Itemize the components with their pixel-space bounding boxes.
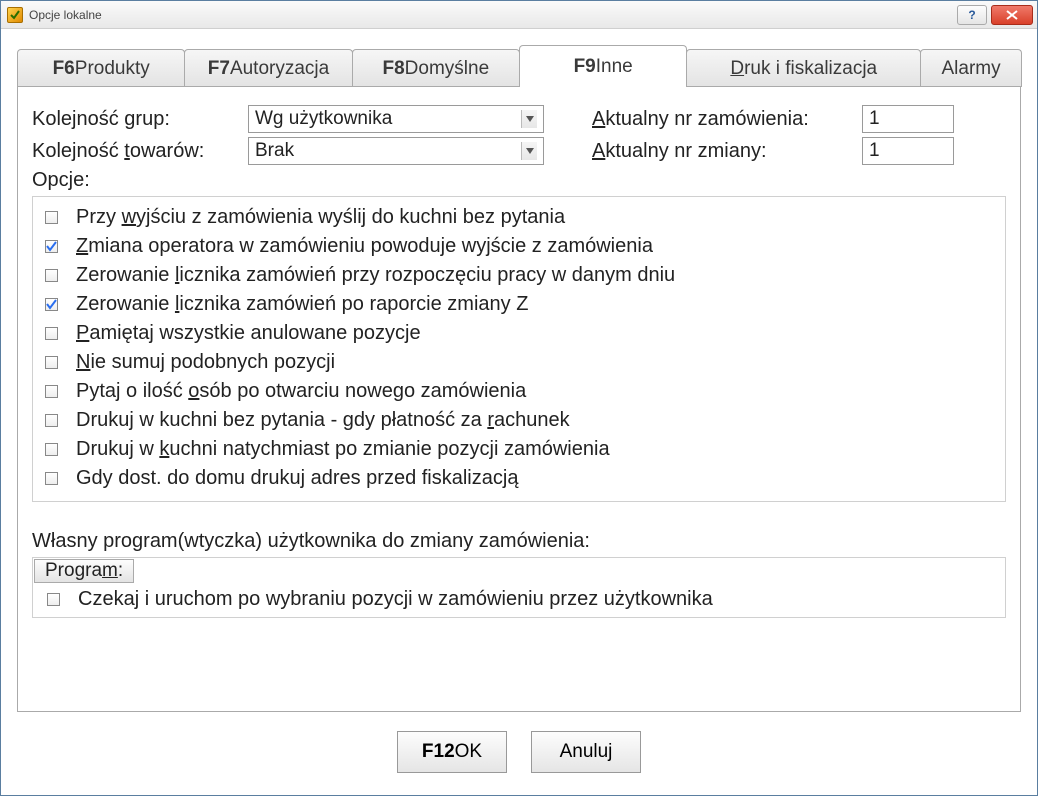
plugin-checkbox[interactable]: Czekaj i uruchom po wybraniu pozycji w z…	[33, 584, 1005, 617]
order-no-input[interactable]: 1	[862, 105, 954, 133]
plugin-checkbox-label: Czekaj i uruchom po wybraniu pozycji w z…	[78, 588, 713, 611]
option-label: Zerowanie licznika zamówień po raporcie …	[76, 293, 528, 316]
footer: F12 OK Anuluj	[17, 713, 1021, 785]
option-checkbox-8[interactable]: Drukuj w kuchni natychmiast po zmianie p…	[45, 435, 993, 464]
tab-autoryzacja[interactable]: F7 Autoryzacja	[184, 49, 352, 87]
checkbox-icon	[45, 443, 58, 456]
option-checkbox-9[interactable]: Gdy dost. do domu drukuj adres przed fis…	[45, 464, 993, 493]
shift-no-input[interactable]: 1	[862, 137, 954, 165]
tab-panel: Kolejność grup: Wg użytkownika Aktualny …	[17, 86, 1021, 712]
ok-button[interactable]: F12 OK	[397, 731, 507, 773]
plugin-label: Własny program(wtyczka) użytkownika do z…	[32, 530, 1006, 553]
title-text: Opcje lokalne	[29, 8, 953, 22]
option-label: Drukuj w kuchni natychmiast po zmianie p…	[76, 438, 610, 461]
checkbox-icon	[45, 472, 58, 485]
checkbox-icon	[45, 211, 58, 224]
option-label: Pamiętaj wszystkie anulowane pozycje	[76, 322, 421, 345]
help-button[interactable]: ?	[957, 5, 987, 25]
shift-no-label: Aktualny nr zmiany:	[592, 140, 862, 163]
option-checkbox-4[interactable]: Pamiętaj wszystkie anulowane pozycje	[45, 319, 993, 348]
checkbox-icon	[45, 269, 58, 282]
options-box: Przy wyjściu z zamówienia wyślij do kuch…	[32, 196, 1006, 502]
option-checkbox-5[interactable]: Nie sumuj podobnych pozycji	[45, 348, 993, 377]
option-label: Przy wyjściu z zamówienia wyślij do kuch…	[76, 206, 565, 229]
checkbox-icon	[45, 327, 58, 340]
option-checkbox-2[interactable]: Zerowanie licznika zamówień przy rozpocz…	[45, 261, 993, 290]
app-icon	[7, 7, 23, 23]
program-button[interactable]: Program:	[34, 559, 134, 583]
titlebar: Opcje lokalne ?	[1, 1, 1037, 29]
option-checkbox-7[interactable]: Drukuj w kuchni bez pytania - gdy płatno…	[45, 406, 993, 435]
option-checkbox-1[interactable]: Zmiana operatora w zamówieniu powoduje w…	[45, 232, 993, 261]
group-order-label: Kolejność grup:	[32, 108, 248, 131]
option-label: Zerowanie licznika zamówień przy rozpocz…	[76, 264, 675, 287]
checkbox-icon	[47, 593, 60, 606]
option-checkbox-6[interactable]: Pytaj o ilość osób po otwarciu nowego za…	[45, 377, 993, 406]
chevron-down-icon	[521, 110, 537, 128]
order-no-label: Aktualny nr zamówienia:	[592, 108, 862, 131]
options-label: Opcje:	[32, 169, 1006, 192]
checkbox-icon	[45, 240, 58, 253]
checkbox-icon	[45, 356, 58, 369]
option-checkbox-0[interactable]: Przy wyjściu z zamówienia wyślij do kuch…	[45, 203, 993, 232]
tab-domyslne[interactable]: F8 Domyślne	[352, 49, 520, 87]
checkbox-icon	[45, 385, 58, 398]
tab-druk[interactable]: Druk i fiskalizacja	[686, 49, 921, 87]
tab-alarmy[interactable]: Alarmy	[920, 49, 1022, 87]
option-label: Gdy dost. do domu drukuj adres przed fis…	[76, 467, 518, 490]
chevron-down-icon	[521, 142, 537, 160]
prod-order-select[interactable]: Brak	[248, 137, 544, 165]
tabs: F6 Produkty F7 Autoryzacja F8 Domyślne F…	[17, 45, 1021, 87]
prod-order-label: Kolejność towarów:	[32, 140, 248, 163]
option-label: Nie sumuj podobnych pozycji	[76, 351, 335, 374]
option-label: Drukuj w kuchni bez pytania - gdy płatno…	[76, 409, 570, 432]
cancel-button[interactable]: Anuluj	[531, 731, 641, 773]
checkbox-icon	[45, 414, 58, 427]
option-label: Pytaj o ilość osób po otwarciu nowego za…	[76, 380, 526, 403]
plugin-box: Program: Czekaj i uruchom po wybraniu po…	[32, 557, 1006, 618]
group-order-select[interactable]: Wg użytkownika	[248, 105, 544, 133]
option-label: Zmiana operatora w zamówieniu powoduje w…	[76, 235, 653, 258]
close-button[interactable]	[991, 5, 1033, 25]
tab-produkty[interactable]: F6 Produkty	[17, 49, 185, 87]
checkbox-icon	[45, 298, 58, 311]
option-checkbox-3[interactable]: Zerowanie licznika zamówień po raporcie …	[45, 290, 993, 319]
tab-inne[interactable]: F9 Inne	[519, 45, 687, 87]
